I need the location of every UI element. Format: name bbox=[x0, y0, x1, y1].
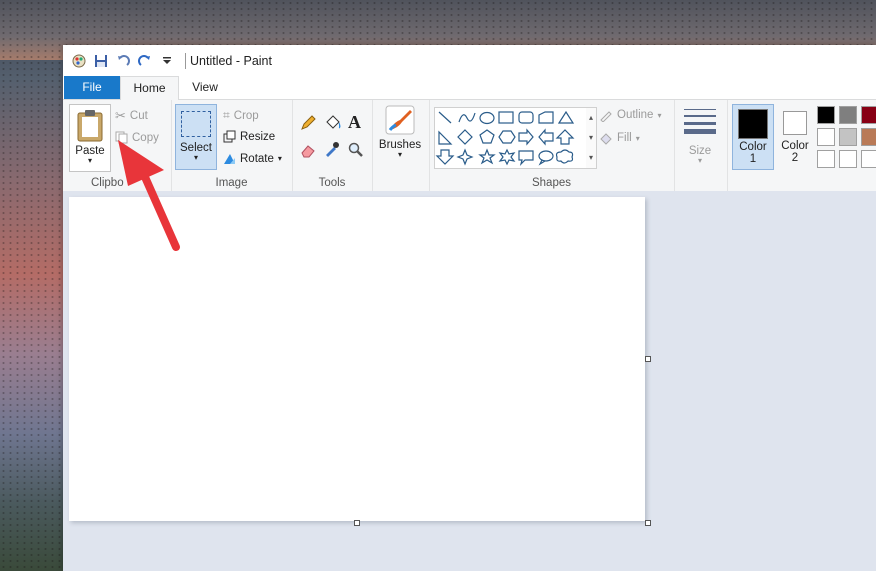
annotation-arrow bbox=[118, 140, 180, 251]
